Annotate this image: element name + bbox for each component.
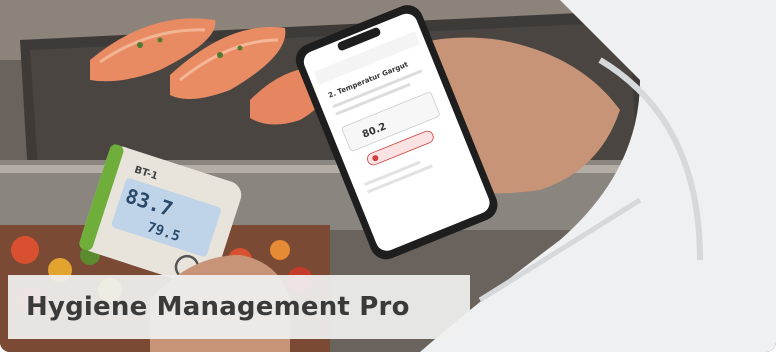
title-panel: Hygiene Management Pro — [8, 275, 470, 339]
hero-banner: 2. Temperatur Gargut 80.2 83.7 79.5 BT-1… — [0, 0, 776, 352]
banner-title: Hygiene Management Pro — [26, 292, 410, 322]
